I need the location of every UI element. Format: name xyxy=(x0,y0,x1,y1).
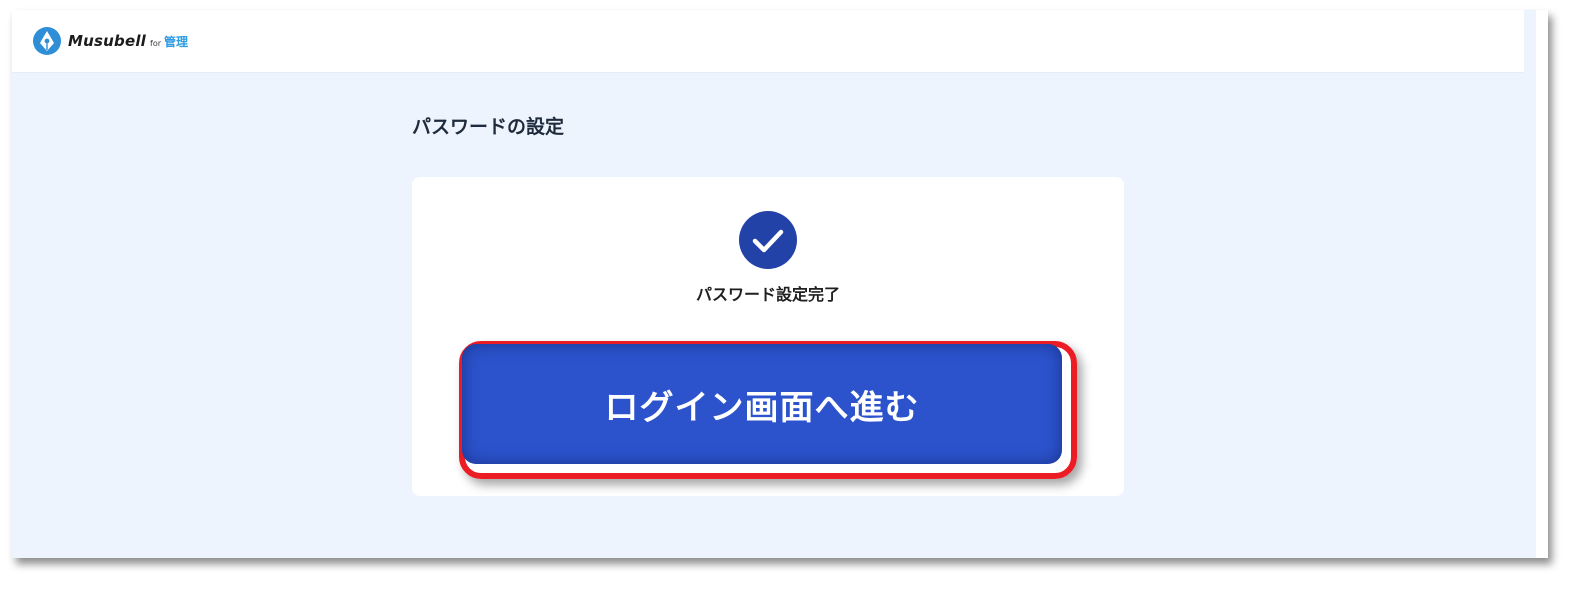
logo-for-text: for xyxy=(150,39,162,48)
logo-admin-text: 管理 xyxy=(164,34,189,49)
check-icon xyxy=(739,211,797,269)
musubell-logo-icon xyxy=(33,27,61,55)
logo[interactable]: Musubell for 管理 xyxy=(32,26,188,56)
logo-wordmark: Musubell xyxy=(68,32,147,50)
go-to-login-button[interactable]: ログイン画面へ進む xyxy=(462,344,1062,464)
check-mark xyxy=(752,229,784,253)
page-title: パスワードの設定 xyxy=(412,116,565,138)
browser-frame: Musubell for 管理 パスワードの設定 パスワード設定完了 ログイン画… xyxy=(12,10,1548,558)
app-header: Musubell for 管理 xyxy=(12,10,1524,73)
completion-message: パスワード設定完了 xyxy=(695,285,840,304)
